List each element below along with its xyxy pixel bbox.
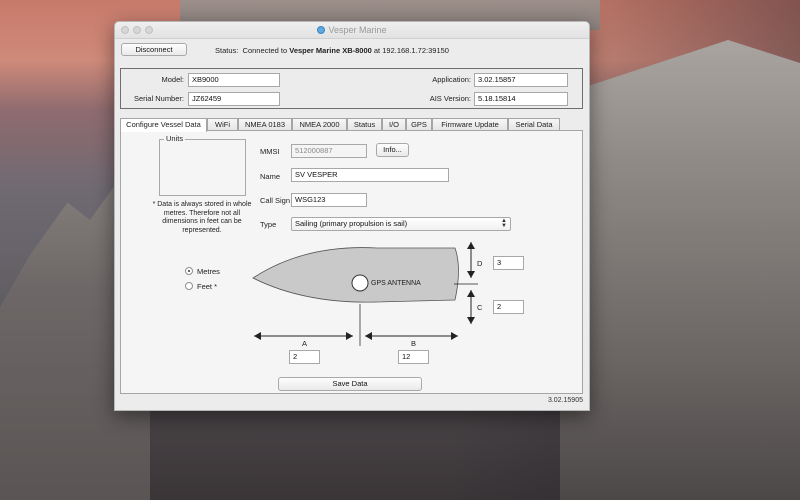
- dimension-c-arrowhead-bottom: [467, 317, 475, 324]
- dimension-c-label: C: [477, 303, 483, 312]
- save-data-button[interactable]: Save Data: [278, 377, 422, 391]
- dimension-c-field[interactable]: 2: [493, 300, 524, 314]
- dimension-c-arrowhead-top: [467, 290, 475, 297]
- version-footer: 3.02.15905: [547, 397, 583, 404]
- vessel-dimension-diagram: [252, 242, 478, 346]
- gps-antenna-label: GPS ANTENNA: [371, 280, 421, 287]
- dimension-b-arrowhead-left: [365, 332, 372, 340]
- dimension-d-label: D: [477, 259, 483, 268]
- app-window: Vesper Marine Disconnect Status: Connect…: [114, 21, 590, 411]
- dimension-a-arrowhead-right: [346, 332, 353, 340]
- dimension-a-arrowhead-left: [254, 332, 261, 340]
- dimension-d-arrowhead-bottom: [467, 271, 475, 278]
- tab-configure-vessel-data[interactable]: Configure Vessel Data: [120, 118, 207, 132]
- dimension-d-arrowhead-top: [467, 242, 475, 249]
- hull-outline: [252, 247, 459, 303]
- dimension-d-field[interactable]: 3: [493, 256, 524, 270]
- dimension-b-arrowhead-right: [451, 332, 458, 340]
- dimension-b-field[interactable]: 12: [398, 350, 429, 364]
- dimension-b-label: B: [411, 339, 417, 348]
- background-cliff-right: [560, 40, 800, 500]
- gps-antenna-icon: [351, 274, 369, 292]
- dimension-a-label: A: [302, 339, 308, 348]
- dimension-a-field[interactable]: 2: [289, 350, 320, 364]
